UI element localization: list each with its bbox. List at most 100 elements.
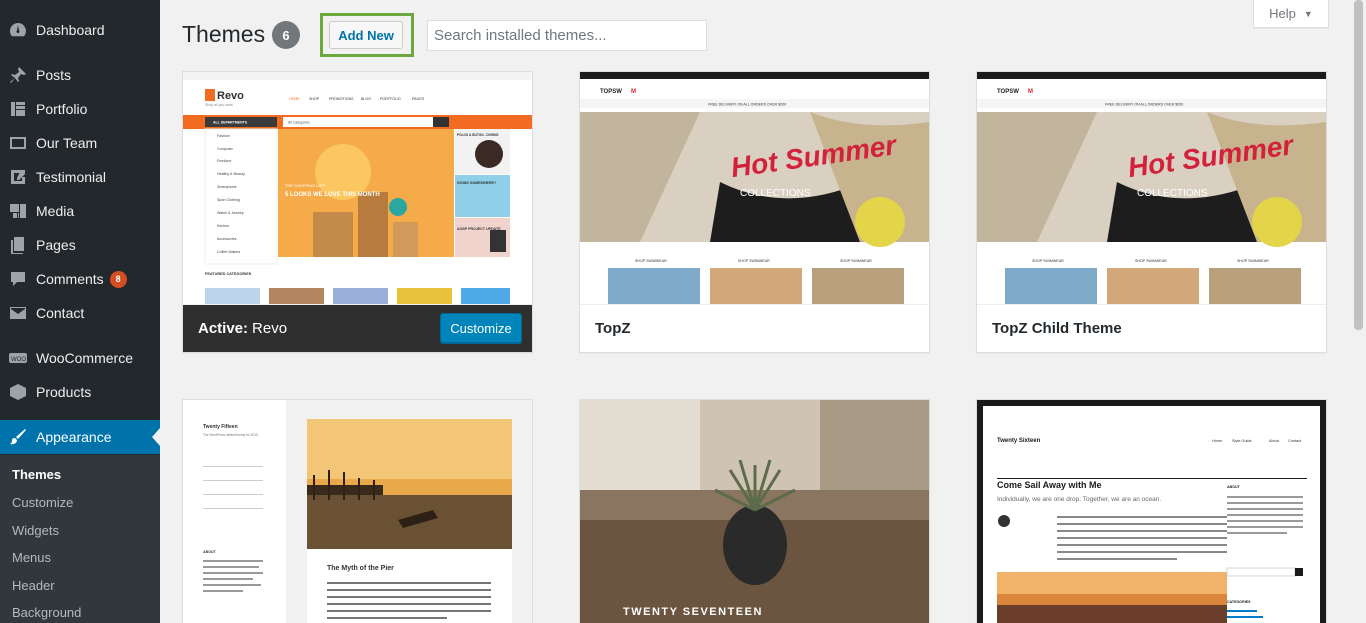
sidebar-item-label: Contact	[36, 305, 85, 321]
sixteen-categories-label: CATEGORIES	[1227, 600, 1251, 604]
theme-screenshot-twenty-sixteen: Twenty Sixteen Home Style Guide About Co…	[977, 400, 1326, 623]
submenu-header[interactable]: Header	[12, 578, 55, 593]
submenu-customize[interactable]: Customize	[12, 495, 73, 510]
sidebar-item-label: Appearance	[36, 429, 112, 445]
topz-logo-a: TOPSW	[600, 89, 622, 95]
revo-cat-3: Healthy & Beauty	[217, 172, 245, 176]
sidebar-item-posts[interactable]: Posts	[0, 58, 160, 92]
topz-child-hero-sub: COLLECTIONS	[1137, 188, 1208, 199]
revo-cat-9: Coffee Makers	[217, 250, 241, 254]
theme-card-topz[interactable]: TOPSW M FREE DELIVERY ON ALL ORDERS OVER…	[579, 71, 930, 353]
customize-button[interactable]: Customize	[440, 313, 522, 343]
revo-banner-small: THE SHOPPING LIST	[285, 183, 325, 188]
search-themes-input[interactable]	[427, 20, 707, 51]
appearance-submenu: Themes Customize Widgets Menus Header Ba…	[0, 455, 160, 623]
submenu-background[interactable]: Background	[12, 605, 81, 620]
comment-icon	[0, 269, 36, 289]
revo-cat-1: Computer	[217, 147, 234, 151]
theme-card-twenty-seventeen[interactable]: TWENTY SEVENTEEN	[579, 399, 930, 623]
revo-cat-5: Sport Clothing	[217, 198, 240, 202]
sidebar-item-label: Our Team	[36, 135, 98, 151]
sidebar-item-portfolio[interactable]: Portfolio	[0, 92, 160, 126]
submenu-themes[interactable]: Themes	[12, 467, 61, 482]
sidebar-item-label: Media	[36, 203, 75, 219]
revo-logo-text: Revo	[217, 90, 244, 102]
sidebar-item-label: WooCommerce	[36, 350, 133, 366]
sixteen-post-lead: Individually, we are one drop. Together,…	[997, 496, 1161, 503]
sidebar-item-label: Products	[36, 384, 92, 400]
topz-child-shop-label-1: SHOP SWIMWEAR	[1032, 259, 1064, 263]
dashboard-icon	[0, 20, 36, 40]
svg-text:WOO: WOO	[11, 357, 26, 363]
active-prefix: Active:	[198, 320, 249, 337]
help-label: Help	[1269, 6, 1296, 21]
help-tab-button[interactable]: Help ▼	[1253, 0, 1329, 28]
team-icon	[0, 133, 36, 153]
fifteen-post-title: The Myth of the Pier	[327, 565, 394, 572]
products-icon	[0, 382, 36, 402]
mail-icon	[0, 303, 36, 323]
sidebar-item-woocommerce[interactable]: WOO WooCommerce	[0, 341, 160, 375]
sidebar-item-label: Posts	[36, 67, 72, 83]
revo-side1: POLOS & BUTON - DOWNS	[457, 133, 499, 137]
seventeen-title: TWENTY SEVENTEEN	[623, 606, 763, 618]
theme-count-badge: 6	[272, 21, 300, 49]
sidebar-item-pages[interactable]: Pages	[0, 228, 160, 262]
scrollbar-thumb[interactable]	[1354, 0, 1363, 330]
sixteen-nav-home: Home	[1212, 439, 1222, 443]
revo-cat-0: Fashion	[217, 134, 230, 138]
revo-nav-portfolio: PORTFOLIO	[380, 97, 401, 101]
sixteen-post-title: Come Sail Away with Me	[997, 480, 1102, 490]
theme-card-twenty-sixteen[interactable]: Twenty Sixteen Home Style Guide About Co…	[976, 399, 1327, 623]
sixteen-site-title: Twenty Sixteen	[997, 438, 1041, 444]
sidebar-item-label: Pages	[36, 237, 76, 253]
revo-nav-blog: BLOG	[361, 97, 371, 101]
revo-cat-7: Kitchen	[217, 224, 229, 228]
theme-card-topz-child[interactable]: TOPSW M FREE DELIVERY ON ALL ORDERS OVER…	[976, 71, 1327, 353]
revo-nav-home: HOME	[289, 97, 300, 101]
topz-free-delivery: FREE DELIVERY ON ALL ORDERS OVER $200	[708, 103, 786, 107]
sidebar-item-comments[interactable]: Comments 8	[0, 262, 160, 296]
revo-tagline: Shop all you want	[205, 103, 233, 107]
topz-logo-b: M	[631, 89, 636, 95]
woocommerce-icon: WOO	[0, 348, 36, 368]
sidebar-item-appearance[interactable]: Appearance	[0, 420, 160, 454]
portfolio-icon	[0, 99, 36, 119]
comments-count-badge: 8	[109, 270, 127, 288]
theme-card-twenty-fifteen[interactable]: Twenty Fifteen The WordPress default the…	[182, 399, 533, 623]
revo-nav-shop: SHOP	[309, 97, 320, 101]
sidebar-item-media[interactable]: Media	[0, 194, 160, 228]
revo-cat-6: Watch & Jewelry	[217, 211, 244, 215]
pages-icon	[0, 235, 36, 255]
fifteen-site-desc: The WordPress default theme for 2015.	[203, 433, 259, 437]
topz-shop-label-1: SHOP SWIMWEAR	[635, 259, 667, 263]
sidebar-item-dashboard[interactable]: Dashboard	[0, 13, 160, 47]
sidebar-item-our-team[interactable]: Our Team	[0, 126, 160, 160]
paintbrush-icon	[0, 427, 36, 447]
add-new-button[interactable]: Add New	[329, 21, 403, 49]
submenu-widgets[interactable]: Widgets	[12, 523, 59, 538]
revo-cat-4: Smartphone	[217, 185, 237, 189]
fifteen-about-label: ABOUT	[203, 550, 217, 554]
sixteen-nav-style-guide: Style Guide	[1232, 439, 1252, 443]
revo-featured-heading: FEATURED CATEGORIES	[205, 272, 252, 276]
testimonial-icon	[0, 167, 36, 187]
revo-cat-2: Furniture	[217, 159, 231, 163]
revo-cat-8: Accessories	[217, 237, 237, 241]
revo-side2: GOING SOMEWHERE?	[457, 181, 496, 185]
sixteen-nav-contact: Contact	[1288, 439, 1302, 443]
sidebar-item-products[interactable]: Products	[0, 375, 160, 409]
theme-card-revo[interactable]: Revo Shop all you want HOME SHOP PROMOTI…	[182, 71, 533, 353]
page-scrollbar[interactable]	[1351, 0, 1366, 623]
topz-hero-sub: COLLECTIONS	[740, 188, 811, 199]
revo-banner-big: 5 LOOKS WE LOVE THIS MONTH	[285, 192, 380, 198]
topz-child-logo-b: M	[1028, 89, 1033, 95]
sidebar-item-contact[interactable]: Contact	[0, 296, 160, 330]
revo-nav-pages: PAGES	[412, 97, 425, 101]
revo-nav-promotions: PROMOTIONS	[329, 97, 354, 101]
sidebar-item-testimonial[interactable]: Testimonial	[0, 160, 160, 194]
submenu-menus[interactable]: Menus	[12, 550, 51, 565]
revo-search-category: All Categories	[288, 121, 310, 125]
theme-name: Revo	[252, 320, 288, 337]
theme-name: TopZ	[580, 304, 929, 352]
